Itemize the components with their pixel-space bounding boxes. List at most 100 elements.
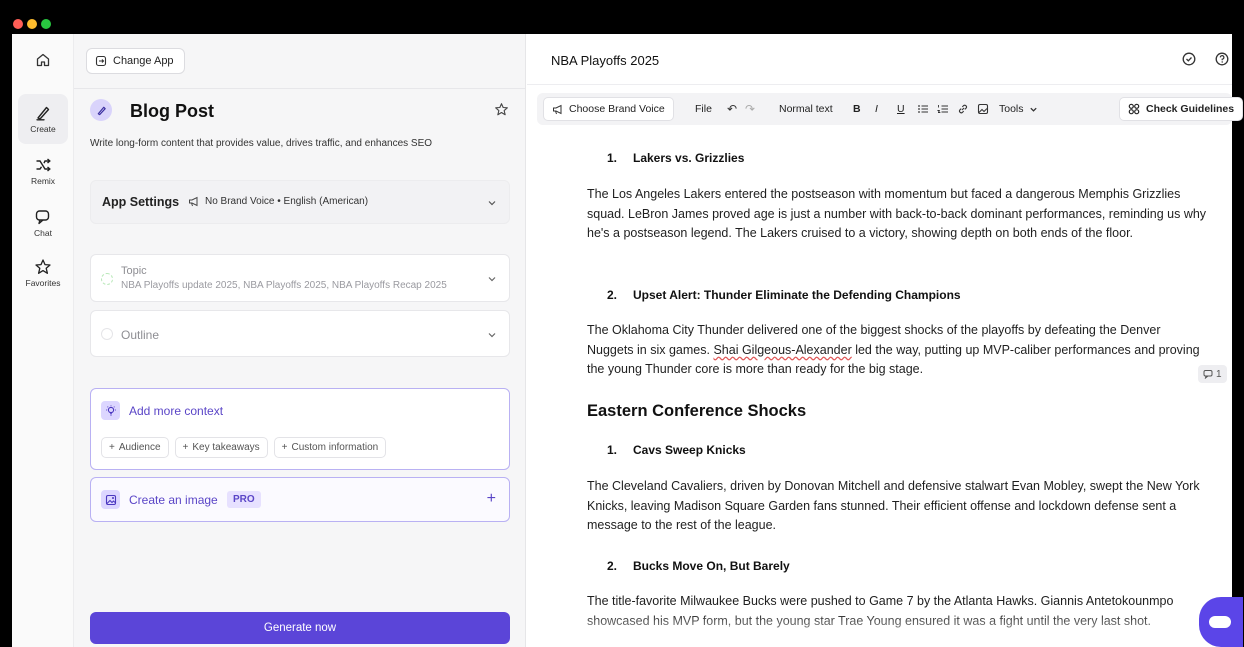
create-image-title: Create an image [129, 493, 218, 507]
image-icon [101, 490, 120, 509]
bold-button[interactable]: B [853, 93, 861, 125]
star-icon [35, 259, 51, 274]
numbered-list-button[interactable] [937, 93, 949, 125]
home-icon [36, 53, 50, 67]
status-check-button[interactable] [1182, 52, 1196, 71]
add-image-button[interactable]: + [487, 490, 496, 508]
generate-now-button[interactable]: Generate now [90, 612, 510, 644]
blog-post-app-icon [90, 99, 112, 121]
chevron-down-icon [1029, 107, 1037, 112]
check-guidelines-label: Check Guidelines [1146, 103, 1235, 115]
list-item-heading: 1. Cavs Sweep Knicks [607, 443, 746, 457]
undo-icon[interactable]: ↶ [727, 93, 737, 125]
chevron-down-icon [488, 277, 496, 282]
context-chip-audience[interactable]: + Audience [101, 437, 169, 458]
sidebar-item-chat[interactable]: Chat [18, 198, 68, 248]
megaphone-icon [553, 104, 562, 114]
bullet-list-icon [918, 105, 928, 113]
plus-icon: + [281, 442, 288, 453]
list-number: 1. [607, 151, 618, 165]
app-settings-summary: No Brand Voice • English (American) [188, 196, 368, 207]
app-title: Blog Post [130, 101, 214, 121]
star-outline-icon [495, 103, 508, 116]
link-button[interactable] [957, 93, 969, 125]
swap-app-icon [95, 55, 107, 67]
plus-icon: + [182, 442, 189, 453]
window-maximize-button[interactable] [41, 19, 51, 29]
sidebar-item-create[interactable]: Create [18, 94, 68, 144]
insert-image-button[interactable] [977, 93, 989, 125]
comment-badge[interactable]: 1 [1198, 365, 1227, 383]
document-title[interactable]: NBA Playoffs 2025 [551, 53, 659, 68]
sidebar-item-label: Remix [30, 176, 56, 186]
outline-label: Outline [121, 328, 160, 342]
chevron-down-icon [488, 333, 496, 338]
favorite-button[interactable] [494, 102, 509, 122]
chip-label: Key takeaways [192, 442, 260, 453]
choose-brand-voice-button[interactable]: Choose Brand Voice [543, 97, 674, 121]
file-menu[interactable]: File [695, 93, 712, 125]
context-chip-list: + Audience + Key takeaways + Custom informa… [101, 437, 387, 458]
app-description: Write long-form content that provides va… [90, 138, 433, 149]
lightbulb-icon [101, 401, 120, 420]
app-settings-label: App Settings [102, 195, 180, 209]
text-style-select[interactable]: Normal text [779, 93, 833, 125]
add-context-card: Add more context + Audience + Key takeaway… [90, 388, 510, 470]
comment-icon [1203, 370, 1213, 379]
check-circle-icon [1182, 52, 1196, 66]
list-item-title: Cavs Sweep Knicks [633, 443, 746, 457]
paragraph: The Oklahoma City Thunder delivered one … [587, 321, 1207, 380]
outline-field[interactable]: Outline [90, 310, 510, 357]
sidebar-item-label: Create [30, 124, 56, 134]
home-button[interactable] [27, 44, 59, 76]
window-frame-right [1232, 34, 1244, 647]
topic-value: NBA Playoffs update 2025, NBA Playoffs 2… [121, 280, 447, 291]
topic-label: Topic [121, 265, 147, 277]
context-chip-custom-information[interactable]: + Custom information [273, 437, 387, 458]
paragraph: The Cleveland Cavaliers, driven by Donov… [587, 479, 1200, 532]
section-heading: Eastern Conference Shocks [587, 402, 807, 420]
change-app-label: Change App [113, 55, 174, 67]
italic-button[interactable]: I [875, 93, 878, 125]
tools-menu[interactable]: Tools [999, 93, 1038, 125]
list-number: 2. [607, 559, 618, 573]
check-guidelines-button[interactable]: Check Guidelines [1119, 97, 1244, 121]
redo-icon[interactable]: ↷ [745, 93, 755, 125]
guidelines-icon [1128, 103, 1140, 115]
topic-field[interactable]: Topic NBA Playoffs update 2025, NBA Play… [90, 254, 510, 302]
bullet-list-button[interactable] [917, 93, 929, 125]
panel-divider [74, 88, 525, 89]
add-context-title[interactable]: Add more context [129, 404, 223, 418]
window-close-button[interactable] [13, 19, 23, 29]
paragraph: The Los Angeles Lakers entered the posts… [587, 187, 1207, 240]
tools-label: Tools [999, 103, 1024, 115]
list-number: 1. [607, 443, 618, 457]
editor-bottom-fade [527, 612, 1199, 647]
chevron-down-icon [488, 201, 496, 206]
support-chat-launcher[interactable] [1199, 597, 1243, 647]
list-item-title: Upset Alert: Thunder Eliminate the Defen… [633, 288, 961, 302]
outline-status-icon [101, 328, 113, 340]
context-chip-key-takeaways[interactable]: + Key takeaways [174, 437, 268, 458]
create-image-card[interactable]: Create an image PRO + [90, 477, 510, 522]
sidebar-item-favorites[interactable]: Favorites [18, 248, 68, 298]
pen-icon [97, 106, 106, 115]
list-item-heading: 2. Bucks Move On, But Barely [607, 559, 790, 573]
numbered-list-icon [937, 105, 948, 113]
window-frame-left [0, 34, 12, 647]
spellcheck-flagged-text[interactable]: Shai Gilgeous-Alexander [713, 343, 851, 357]
editor-toolbar: Choose Brand Voice File ↶ ↷ Normal text … [537, 93, 1244, 125]
sidebar-item-label: Favorites [25, 278, 61, 288]
app-settings-value: No Brand Voice • English (American) [205, 196, 369, 207]
comment-count: 1 [1216, 368, 1222, 380]
list-item-title: Bucks Move On, But Barely [633, 559, 790, 573]
sidebar-item-remix[interactable]: Remix [18, 146, 68, 196]
underline-button[interactable]: U [897, 93, 905, 125]
change-app-button[interactable]: Change App [86, 48, 185, 74]
plus-icon: + [109, 442, 115, 453]
app-settings-dropdown[interactable]: App Settings No Brand Voice • English (A… [90, 180, 510, 224]
list-item-heading: 2. Upset Alert: Thunder Eliminate the Def… [607, 288, 961, 302]
help-button[interactable] [1215, 52, 1229, 71]
window-minimize-button[interactable] [27, 19, 37, 29]
image-icon [977, 103, 989, 115]
